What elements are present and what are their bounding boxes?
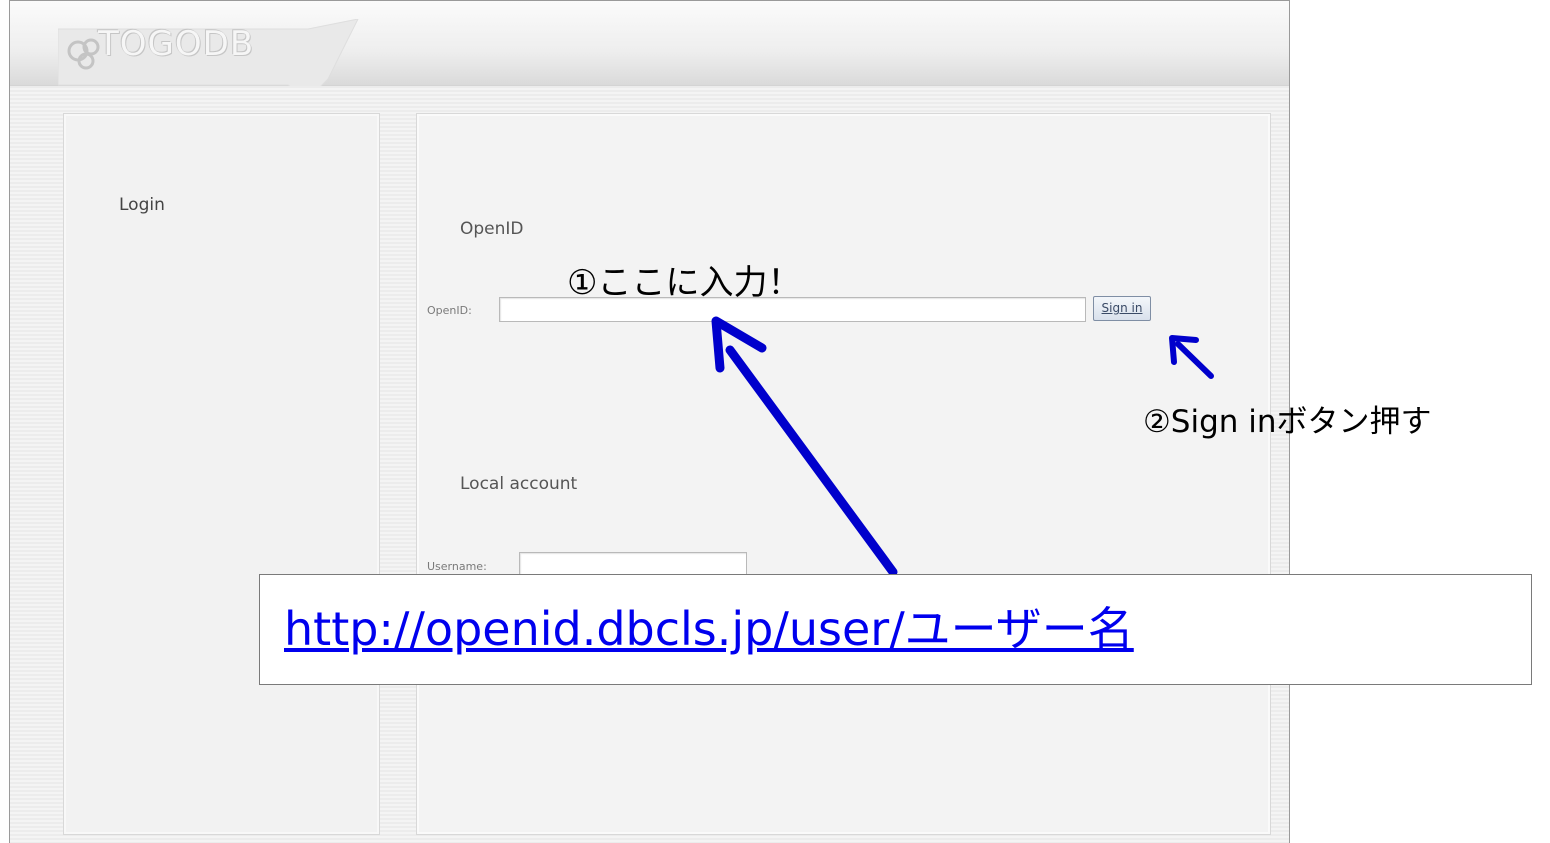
- sign-in-button[interactable]: Sign in: [1093, 296, 1151, 321]
- sidebar: Login: [63, 113, 380, 835]
- username-field-label: Username:: [427, 560, 487, 573]
- logo-text: TOGODB: [98, 24, 255, 64]
- step2-annotation: ②Sign inボタン押す: [1143, 404, 1432, 440]
- url-callout: http://openid.dbcls.jp/user/ユーザー名: [259, 574, 1532, 685]
- header-bar: TOGODB: [10, 1, 1289, 99]
- step1-annotation: ①ここに入力！: [567, 263, 802, 303]
- openid-url-link[interactable]: http://openid.dbcls.jp/user/ユーザー名: [284, 593, 1134, 659]
- main-panel: OpenID OpenID: Sign in Local account Use…: [416, 113, 1271, 835]
- openid-field-label: OpenID:: [427, 304, 472, 317]
- openid-section-title: OpenID: [460, 219, 524, 239]
- sidebar-item-login[interactable]: Login: [119, 195, 165, 215]
- app-window: TOGODB Login OpenID OpenID: Sign in Loca…: [9, 0, 1290, 843]
- local-account-section-title: Local account: [460, 474, 578, 494]
